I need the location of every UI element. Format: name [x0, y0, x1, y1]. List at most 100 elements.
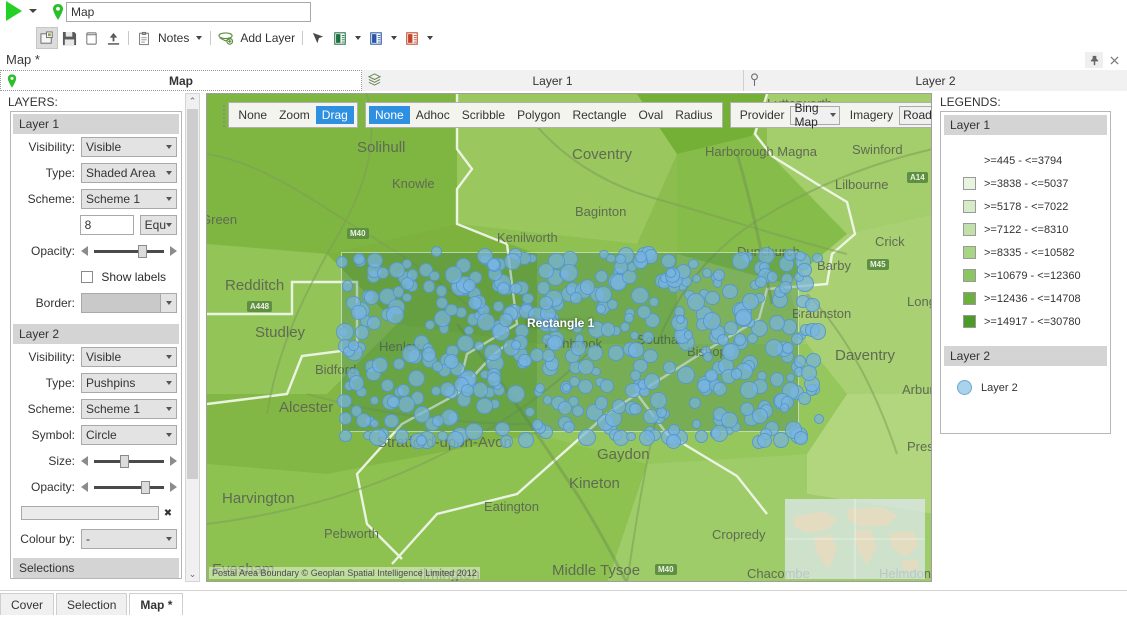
- bottom-tab-selection[interactable]: Selection: [56, 593, 128, 615]
- opacity-track[interactable]: [92, 245, 166, 258]
- increase-arrow-icon[interactable]: [170, 246, 177, 256]
- map-place-label: Middle Tysoe: [552, 562, 641, 579]
- bottom-tab-map[interactable]: Map *: [129, 593, 184, 615]
- chevron-down-icon[interactable]: [29, 9, 37, 13]
- layer-2-colour-bar[interactable]: [21, 506, 159, 520]
- select-arrow-icon[interactable]: [307, 27, 329, 49]
- export-powerpoint-button[interactable]: [401, 27, 423, 49]
- legend-swatch: [963, 154, 976, 167]
- road-shield: M40: [655, 564, 677, 575]
- layer-1-type-select[interactable]: Shaded Area: [81, 163, 177, 183]
- layer-1-bands-row: Equ: [11, 212, 181, 238]
- layer-1-border-color-picker[interactable]: [81, 293, 177, 313]
- layer-2-colour-by-select[interactable]: -: [81, 529, 177, 549]
- tab-layer-2[interactable]: Layer 2: [744, 70, 1127, 91]
- add-layer-button[interactable]: Add Layer: [237, 31, 298, 45]
- layer-1-header[interactable]: Layer 1: [13, 114, 179, 134]
- rectangle-selection[interactable]: [341, 252, 799, 432]
- map-provider-group: Provider Bing Map Imagery Road: [729, 101, 931, 129]
- map-name-input[interactable]: [66, 2, 311, 22]
- show-labels-checkbox-wrap[interactable]: Show labels: [81, 270, 177, 284]
- layer-2-type-select[interactable]: Pushpins: [81, 373, 177, 393]
- layer-2-size-slider[interactable]: [81, 455, 177, 468]
- map-mode-none[interactable]: None: [232, 106, 273, 124]
- export-excel-button[interactable]: [329, 27, 351, 49]
- close-icon[interactable]: [1105, 52, 1123, 68]
- chevron-down-icon: [166, 355, 172, 359]
- shape-scribble[interactable]: Scribble: [456, 106, 511, 124]
- copy-button[interactable]: [80, 27, 102, 49]
- toolbar-grip-icon[interactable]: [221, 102, 226, 130]
- add-layer-icon[interactable]: [215, 27, 237, 49]
- legends-panel-title: LEGENDS:: [940, 95, 1001, 109]
- shape-radius[interactable]: Radius: [669, 106, 718, 124]
- upload-button[interactable]: [102, 27, 124, 49]
- world-mini-map[interactable]: [785, 499, 925, 579]
- map-canvas[interactable]: LutterworthSolihullCoventryHarborough Ma…: [206, 93, 932, 582]
- shape-adhoc[interactable]: Adhoc: [410, 106, 456, 124]
- word-chevron-down-icon[interactable]: [391, 36, 398, 40]
- opacity-track-2[interactable]: [92, 481, 166, 494]
- slider-thumb[interactable]: [140, 481, 150, 494]
- save-button[interactable]: [58, 27, 80, 49]
- decrease-arrow-icon[interactable]: [81, 456, 88, 466]
- decrease-arrow-icon[interactable]: [81, 246, 88, 256]
- pin-icon[interactable]: [1085, 52, 1103, 68]
- shape-oval[interactable]: Oval: [633, 106, 670, 124]
- excel-chevron-down-icon[interactable]: [355, 36, 362, 40]
- provider-select[interactable]: Bing Map: [790, 101, 840, 129]
- layer-1-opacity-slider[interactable]: [81, 245, 177, 258]
- notes-chevron-down-icon[interactable]: [196, 36, 203, 40]
- scrollbar-thumb[interactable]: [187, 109, 198, 479]
- map-mode-drag[interactable]: Drag: [315, 106, 354, 124]
- map-place-label: Arbury Hill: [902, 382, 931, 397]
- scroll-up-icon[interactable]: ⌃: [186, 94, 199, 108]
- shape-polygon[interactable]: Polygon: [511, 106, 566, 124]
- legend-range-label: >=3838 - <=5037: [984, 177, 1069, 190]
- layer-2-symbol-select[interactable]: Circle: [81, 425, 177, 445]
- size-track[interactable]: [92, 455, 166, 468]
- shape-rectangle[interactable]: Rectangle: [566, 106, 632, 124]
- road-shield: A448: [247, 301, 273, 312]
- toolbar-divider-2: [210, 31, 212, 45]
- increase-arrow-icon[interactable]: [170, 456, 177, 466]
- layers-icon: [368, 73, 381, 86]
- legend-row: >=5178 - <=7022: [941, 195, 1110, 218]
- layer-1-bands-input[interactable]: [79, 215, 134, 235]
- tab-map[interactable]: Map: [0, 70, 362, 91]
- increase-arrow-icon[interactable]: [170, 482, 177, 492]
- track-line: [94, 250, 164, 253]
- layer-2-opacity-slider[interactable]: [81, 481, 177, 494]
- bottom-tab-cover[interactable]: Cover: [0, 593, 55, 615]
- layer-2-symbol-row: Symbol: Circle: [11, 422, 181, 448]
- slider-thumb[interactable]: [120, 455, 130, 468]
- layer-1-bands-mode-select[interactable]: Equ: [139, 215, 177, 235]
- run-button[interactable]: [6, 1, 37, 21]
- layer-2-header[interactable]: Layer 2: [13, 324, 179, 344]
- layer-2-scheme-select[interactable]: Scheme 1: [81, 399, 177, 419]
- notes-icon[interactable]: [133, 27, 155, 49]
- imagery-select[interactable]: Road: [899, 105, 931, 125]
- shape-none[interactable]: None: [369, 106, 410, 124]
- new-button[interactable]: [36, 27, 58, 49]
- layers-panel-scrollbar[interactable]: ⌃ ⌄: [185, 93, 200, 582]
- layer-1-type-row: Type: Shaded Area: [11, 160, 181, 186]
- legend-row: >=3838 - <=5037: [941, 172, 1110, 195]
- selections-header[interactable]: Selections: [13, 558, 179, 578]
- imagery-label: Imagery: [849, 108, 894, 122]
- slider-thumb[interactable]: [137, 245, 147, 258]
- scroll-down-icon[interactable]: ⌄: [186, 567, 199, 581]
- map-mode-zoom[interactable]: Zoom: [273, 106, 316, 124]
- powerpoint-chevron-down-icon[interactable]: [427, 36, 434, 40]
- clear-colour-icon[interactable]: ✖: [159, 508, 177, 519]
- tab-layer-1[interactable]: Layer 1: [362, 70, 744, 91]
- border-color-chevron-down-icon[interactable]: [160, 294, 176, 312]
- export-word-button[interactable]: [365, 27, 387, 49]
- decrease-arrow-icon[interactable]: [81, 482, 88, 492]
- notes-button[interactable]: Notes: [155, 31, 192, 45]
- show-labels-checkbox[interactable]: [81, 271, 93, 283]
- layer-2-visibility-select[interactable]: Visible: [81, 347, 177, 367]
- layer-1-scheme-row: Scheme: Scheme 1: [11, 186, 181, 212]
- layer-1-visibility-select[interactable]: Visible: [81, 137, 177, 157]
- layer-1-scheme-select[interactable]: Scheme 1: [81, 189, 177, 209]
